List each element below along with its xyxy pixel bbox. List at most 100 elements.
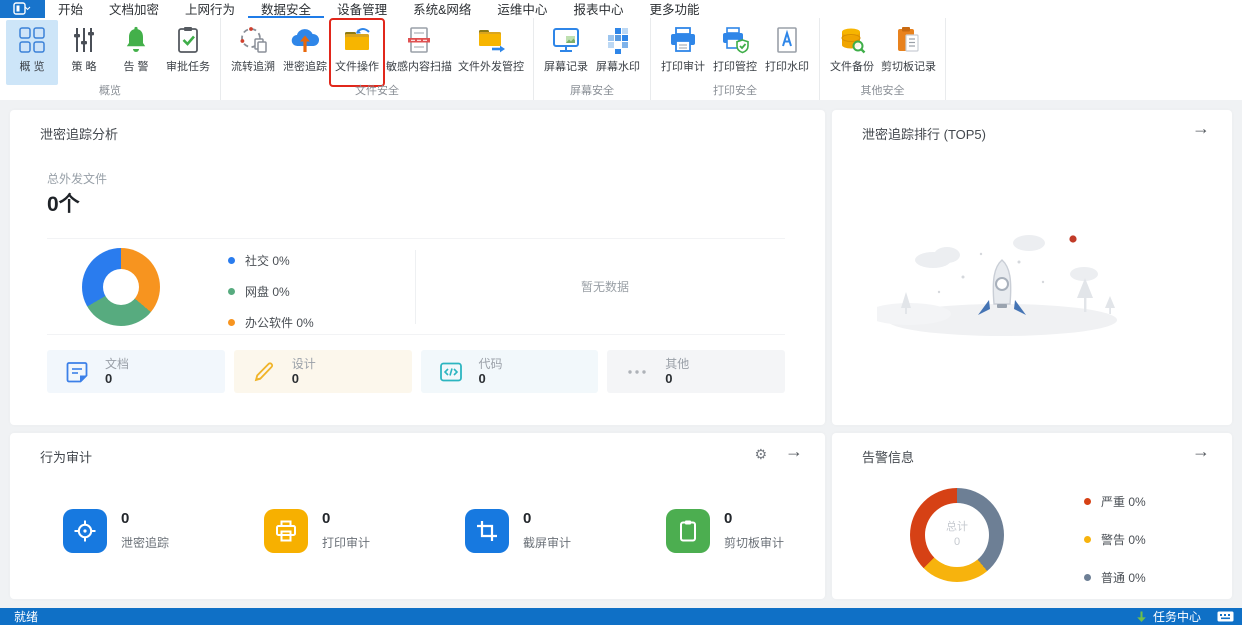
ribbon-item-approval-tasks[interactable]: 审批任务: [162, 20, 214, 85]
legend-item: 普通 0%: [1084, 569, 1146, 586]
ribbon-item-screen-watermark[interactable]: 屏幕水印: [592, 20, 644, 85]
card-code[interactable]: 代码 0: [420, 350, 599, 393]
policy-sliders-icon: [74, 28, 94, 52]
ribbon-group-label: 打印安全: [713, 85, 757, 97]
arrow-right-icon[interactable]: →: [1192, 441, 1210, 461]
main-content: 泄密追踪分析 总外发文件 0个 社交 0% 网盘 0% 办公软件 0% 暂无数据: [0, 100, 1242, 608]
panel-title: 泄密追踪排行 (TOP5): [862, 127, 986, 142]
legend-dot-netdisk: [228, 288, 235, 295]
ribbon-item-print-audit[interactable]: 打印审计: [657, 20, 709, 85]
menu-tab-ops-center[interactable]: 运维中心: [484, 0, 560, 18]
gear-icon[interactable]: ⚙: [754, 444, 767, 464]
menu-tab-system-network[interactable]: 系统&网络: [400, 0, 484, 18]
file-operations-folder-icon: [345, 28, 370, 50]
ribbon-item-file-operations[interactable]: 文件操作: [329, 18, 385, 87]
app-logo-icon: [12, 2, 30, 15]
panel-title: 告警信息: [862, 450, 915, 465]
ribbon-group-print-security: 打印审计 打印管控 打印水印 打印安全: [651, 18, 820, 100]
screen-watermark-icon: [608, 28, 628, 54]
menu-tab-more[interactable]: 更多功能: [636, 0, 712, 18]
arrow-right-icon[interactable]: →: [1192, 118, 1210, 138]
ribbon-group-label: 概览: [99, 85, 121, 97]
audit-item-screenshot-audit[interactable]: 0 截屏审计: [465, 509, 666, 553]
legend-item: 社交 0%: [228, 252, 314, 269]
legend-item: 网盘 0%: [228, 283, 314, 300]
panel-behavior-audit: 行为审计 ⚙ → 0 泄密追踪 0 打印审计 0 截屏审计 0 剪切板审计: [10, 433, 825, 599]
ribbon-item-file-backup[interactable]: 文件备份: [826, 20, 878, 85]
audit-item-leak-tracking[interactable]: 0 泄密追踪: [63, 509, 264, 553]
ribbon-item-leak-tracking[interactable]: 泄密追踪: [279, 20, 331, 85]
menu-tab-data-security[interactable]: 数据安全: [248, 0, 325, 18]
panel-title: 行为审计: [40, 450, 93, 465]
ribbon-item-print-control[interactable]: 打印管控: [709, 20, 761, 85]
outgoing-channel-donut-chart: [82, 248, 160, 326]
divider: [47, 238, 785, 239]
divider: [415, 250, 416, 324]
leak-cloud-icon: [291, 29, 320, 52]
input-method-icon[interactable]: [1217, 611, 1234, 622]
ribbon-item-flow-trace[interactable]: 流转追溯: [227, 20, 279, 85]
menu-tab-device-mgmt[interactable]: 设备管理: [324, 0, 400, 18]
ribbon-item-alert[interactable]: 告 警: [110, 20, 162, 85]
panel-leak-tracking-ranking: 泄密追踪排行 (TOP5) →: [832, 110, 1232, 425]
ribbon-item-policy[interactable]: 策 略: [58, 20, 110, 85]
screen-record-icon: [553, 28, 579, 52]
legend-item: 办公软件 0%: [228, 314, 314, 331]
legend-item: 警告 0%: [1084, 531, 1146, 548]
panel-leak-tracking-analysis: 泄密追踪分析 总外发文件 0个 社交 0% 网盘 0% 办公软件 0% 暂无数据: [10, 110, 825, 425]
file-backup-icon: [841, 28, 866, 54]
target-icon: [63, 509, 107, 553]
task-center-button[interactable]: 任务中心: [1153, 608, 1201, 625]
card-documents[interactable]: 文档 0: [47, 350, 225, 393]
print-control-icon: [723, 27, 749, 54]
ribbon-group-label: 其他安全: [860, 85, 905, 97]
audit-item-print-audit[interactable]: 0 打印审计: [264, 509, 465, 553]
total-outgoing-files-label: 总外发文件: [47, 172, 108, 186]
ribbon-group-label: 文件安全: [355, 85, 399, 97]
ribbon-group-label: 屏幕安全: [570, 85, 614, 97]
code-icon: [439, 362, 462, 381]
file-type-cards: 文档 0 设计 0 代码 0 其他 0: [47, 350, 785, 393]
ribbon-item-outgoing-control[interactable]: 文件外发管控: [455, 20, 527, 85]
legend-dot-office: [228, 319, 235, 326]
crop-icon: [465, 509, 509, 553]
sensitive-content-scan-icon: [408, 27, 430, 53]
menu-tab-doc-encryption[interactable]: 文档加密: [96, 0, 172, 18]
menu-bar: 开始 文档加密 上网行为 数据安全 设备管理 系统&网络 运维中心 报表中心 更…: [0, 0, 1242, 18]
ribbon-item-sensitive-scan[interactable]: 敏感内容扫描: [383, 20, 455, 85]
no-data-text: 暂无数据: [580, 280, 629, 294]
ribbon-item-print-watermark[interactable]: 打印水印: [761, 20, 813, 85]
clipboard-record-icon: [897, 27, 919, 52]
ribbon-toolbar: 概 览 策 略 告 警 审批任务 概览 流转追溯 泄密追踪 文件操作 敏感内容扫…: [0, 18, 1242, 101]
legend-dot-critical: [1084, 498, 1091, 505]
ribbon-item-overview[interactable]: 概 览: [6, 20, 58, 85]
audit-items: 0 泄密追踪 0 打印审计 0 截屏审计 0 剪切板审计: [63, 509, 867, 553]
menu-tab-report-center[interactable]: 报表中心: [560, 0, 636, 18]
legend-dot-normal: [1084, 574, 1091, 581]
menu-tab-start[interactable]: 开始: [45, 0, 96, 18]
panel-alert-info: 告警信息 → 总计 0 严重 0% 警告 0% 普通 0%: [832, 433, 1232, 599]
ellipsis-icon: [628, 369, 646, 374]
menu-tab-web-behavior[interactable]: 上网行为: [172, 0, 248, 18]
alert-legend: 严重 0% 警告 0% 普通 0%: [1084, 493, 1146, 607]
status-text: 就绪: [14, 610, 39, 624]
document-icon: [66, 361, 88, 382]
app-logo-button[interactable]: [0, 0, 45, 18]
ribbon-item-screen-record[interactable]: 屏幕记录: [540, 20, 592, 85]
divider: [47, 334, 785, 335]
trace-cycle-icon: [240, 27, 267, 53]
print-audit-icon: [671, 27, 695, 52]
legend-dot-social: [228, 257, 235, 264]
ribbon-item-clipboard-record[interactable]: 剪切板记录: [878, 20, 939, 85]
card-other[interactable]: 其他 0: [607, 350, 785, 393]
channel-legend: 社交 0% 网盘 0% 办公软件 0%: [228, 252, 314, 345]
arrow-right-icon[interactable]: →: [785, 441, 803, 461]
card-design[interactable]: 设计 0: [233, 350, 412, 393]
printer-icon: [264, 509, 308, 553]
status-bar: 就绪 任务中心: [0, 608, 1242, 625]
file-outgoing-control-icon: [479, 30, 505, 53]
ribbon-group-screen-security: 屏幕记录 屏幕水印 屏幕安全: [534, 18, 651, 100]
overview-grid-icon: [19, 27, 45, 53]
ribbon-group-other-security: 文件备份 剪切板记录 其他安全: [820, 18, 946, 100]
download-arrow-icon: [1137, 611, 1146, 622]
